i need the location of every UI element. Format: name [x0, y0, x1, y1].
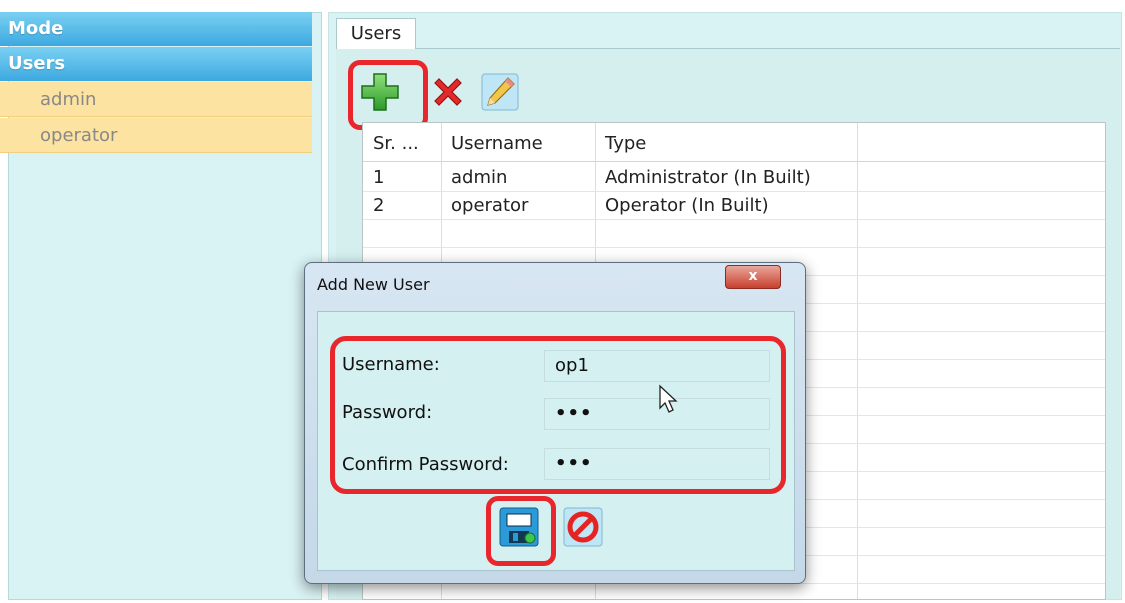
delete-user-button[interactable]: [426, 70, 470, 114]
header-serial[interactable]: Sr. ...: [373, 131, 419, 157]
confirm-password-field[interactable]: •••: [544, 448, 770, 480]
nav-item-admin[interactable]: admin: [0, 82, 312, 117]
edit-user-button[interactable]: [478, 70, 522, 114]
header-type[interactable]: Type: [605, 131, 646, 157]
cancel-icon: [563, 507, 603, 547]
username-field[interactable]: op1: [544, 350, 770, 382]
dialog-title: Add New User: [317, 275, 430, 294]
row-1-serial[interactable]: 1: [373, 165, 384, 191]
row-2-type[interactable]: Operator (In Built): [605, 193, 769, 219]
cancel-button[interactable]: [562, 506, 604, 548]
dialog-close-button[interactable]: x: [725, 265, 781, 289]
save-button[interactable]: [498, 506, 540, 548]
mouse-cursor-icon: [659, 384, 678, 413]
row-divider: [363, 219, 1105, 220]
close-icon: x: [748, 268, 758, 284]
add-icon: [361, 73, 399, 111]
username-label: Username:: [342, 354, 440, 375]
header-username[interactable]: Username: [451, 131, 543, 157]
row-1-username[interactable]: admin: [451, 165, 507, 191]
delete-icon: [434, 78, 462, 106]
tab-users[interactable]: Users: [336, 18, 416, 49]
nav-users-header[interactable]: Users: [0, 47, 312, 81]
confirm-password-label: Confirm Password:: [342, 454, 509, 475]
row-1-type[interactable]: Administrator (In Built): [605, 165, 811, 191]
password-label: Password:: [342, 402, 433, 423]
edit-icon: [481, 73, 519, 111]
nav-item-operator[interactable]: operator: [0, 118, 312, 153]
row-divider: [363, 191, 1105, 192]
row-2-username[interactable]: operator: [451, 193, 528, 219]
row-2-serial[interactable]: 2: [373, 193, 384, 219]
row-divider: [363, 247, 1105, 248]
save-icon: [499, 507, 539, 547]
password-field[interactable]: •••: [544, 398, 770, 430]
nav-mode-header[interactable]: Mode: [0, 12, 312, 46]
add-user-button[interactable]: [358, 70, 402, 114]
